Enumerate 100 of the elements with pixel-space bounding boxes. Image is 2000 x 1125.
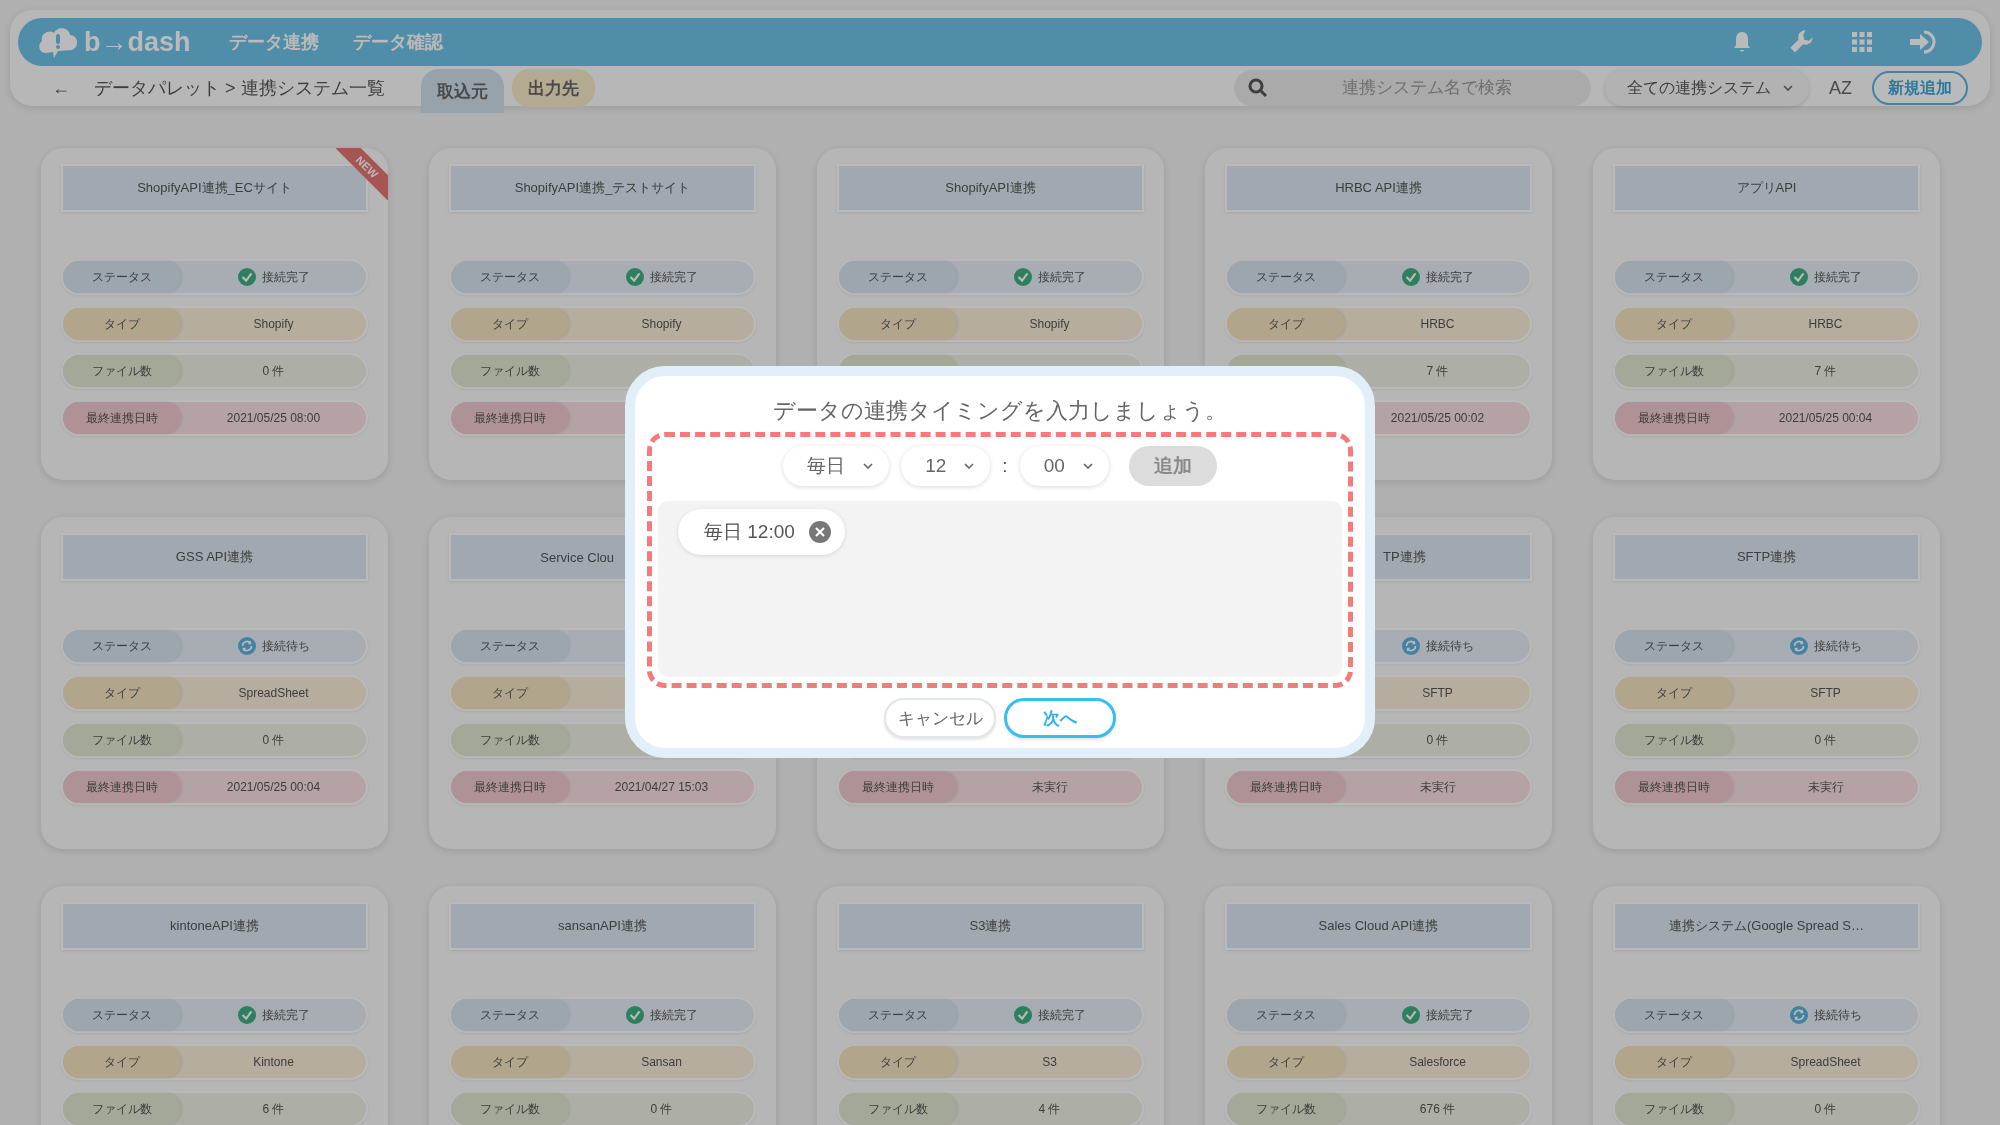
system-card[interactable]: GSS API連携 ステータス 接続待ち タイプ SpreadSheet ファイル数 0 件 最終連携日時 2021/05/25 00:04 [41, 517, 388, 849]
row-label: ステータス [839, 999, 957, 1031]
row-value: Kintone [253, 1055, 294, 1069]
row-value: 0 件 [262, 731, 285, 749]
sort-button[interactable]: AZ [1823, 76, 1858, 100]
time-select[interactable]: 00 [1019, 446, 1109, 486]
row-value: Shopify [253, 317, 294, 331]
row-label: タイプ [1615, 1046, 1733, 1078]
row-label: 最終連携日時 [63, 402, 181, 434]
filter-dropdown[interactable]: 全ての連携システム [1605, 70, 1809, 106]
row-value: 接続完了 [649, 1006, 698, 1024]
row-label: ステータス [1615, 261, 1733, 293]
row-label: ファイル数 [63, 724, 181, 756]
back-arrow[interactable]: ← [52, 77, 70, 99]
row-value: SpreadSheet [1790, 1055, 1861, 1069]
row-label: タイプ [63, 1046, 181, 1078]
row-label: タイプ [1615, 677, 1733, 709]
row-label: ファイル数 [451, 1093, 569, 1125]
row-label: ファイル数 [451, 355, 569, 387]
tab[interactable]: 出力先 [511, 69, 595, 107]
row-label: タイプ [63, 677, 181, 709]
row-label: タイプ [451, 1046, 569, 1078]
card-title: SFTP連携 [1613, 533, 1920, 581]
row-label: ステータス [63, 999, 181, 1031]
row-value: 接続完了 [1037, 268, 1086, 286]
row-value: 接続待ち [1813, 1006, 1862, 1024]
row-label: ファイル数 [1615, 724, 1733, 756]
row-value: 接続完了 [261, 1006, 310, 1024]
row-value: 未実行 [1031, 778, 1068, 796]
row-label: タイプ [839, 308, 957, 340]
row-label: 最終連携日時 [63, 771, 181, 803]
row-label: ステータス [1615, 630, 1733, 662]
system-card[interactable]: 連携システム(Google Spread S… ステータス 接続待ち タイプ SpreadSheet ファイル数 0 件 [1593, 886, 1940, 1125]
row-label: ファイル数 [63, 1093, 181, 1125]
row-label: ファイル数 [1227, 1093, 1345, 1125]
row-value: Shopify [1029, 317, 1070, 331]
row-label: 最終連携日時 [1227, 771, 1345, 803]
row-value: 接続完了 [1425, 268, 1474, 286]
row-value: 2021/05/25 00:04 [1778, 411, 1873, 425]
row-value: 0 件 [1814, 731, 1837, 749]
row-value: 接続待ち [261, 637, 310, 655]
row-value: 2021/05/25 08:00 [226, 411, 321, 425]
row-label: 最終連携日時 [839, 771, 957, 803]
row-label: ファイル数 [839, 1093, 957, 1125]
system-card[interactable]: sansanAPI連携 ステータス 接続完了 タイプ Sansan ファイル数 0 件 [429, 886, 776, 1125]
system-card[interactable]: アプリAPI ステータス 接続完了 タイプ HRBC ファイル数 7 件 最終連携日時 2021/05/25 00:04 [1593, 148, 1940, 480]
row-label: ステータス [1227, 261, 1345, 293]
row-value: 接続待ち [1425, 637, 1474, 655]
row-value: 接続完了 [261, 268, 310, 286]
row-value: SFTP [1422, 686, 1453, 700]
row-value: Sansan [641, 1055, 682, 1069]
cancel-button[interactable]: キャンセル [884, 698, 996, 738]
row-value: 接続完了 [649, 268, 698, 286]
card-title: sansanAPI連携 [449, 902, 756, 950]
row-label: ステータス [1615, 999, 1733, 1031]
row-label: ファイル数 [451, 724, 569, 756]
search-field[interactable]: 連携システム名で検索 [1234, 70, 1591, 106]
tab[interactable]: 取込元 [420, 69, 504, 113]
row-value: 接続完了 [1813, 268, 1862, 286]
row-value: 未実行 [1419, 778, 1456, 796]
card-title: 連携システム(Google Spread S… [1613, 902, 1920, 950]
row-label: タイプ [451, 677, 569, 709]
row-label: ステータス [451, 630, 569, 662]
row-label: 最終連携日時 [451, 771, 569, 803]
row-value: 4 件 [1038, 1100, 1061, 1118]
row-label: タイプ [451, 308, 569, 340]
system-card[interactable]: S3連携 ステータス 接続完了 タイプ S3 ファイル数 4 件 [817, 886, 1164, 1125]
system-card[interactable]: SFTP連携 ステータス 接続待ち タイプ SFTP ファイル数 0 件 最終連携日時 未実行 [1593, 517, 1940, 849]
row-label: タイプ [63, 308, 181, 340]
system-card[interactable]: Sales Cloud API連携 ステータス 接続完了 タイプ Salesforce ファイル数 676 件 [1205, 886, 1552, 1125]
row-label: ステータス [451, 261, 569, 293]
time-separator: : [1002, 455, 1008, 477]
card-title: kintoneAPI連携 [61, 902, 368, 950]
time-select[interactable]: 毎日 [783, 446, 890, 486]
row-label: タイプ [1615, 308, 1733, 340]
row-label: ステータス [63, 630, 181, 662]
card-title: S3連携 [837, 902, 1144, 950]
row-value: 接続完了 [1037, 1006, 1086, 1024]
card-title: Sales Cloud API連携 [1225, 902, 1532, 950]
row-label: ステータス [451, 999, 569, 1031]
row-value: Salesforce [1409, 1055, 1466, 1069]
row-value: 0 件 [1426, 731, 1449, 749]
row-value: SFTP [1810, 686, 1841, 700]
row-label: ステータス [63, 261, 181, 293]
row-value: 2021/05/25 00:04 [226, 780, 321, 794]
row-label: タイプ [1227, 308, 1345, 340]
card-title: ShopifyAPI連携_テストサイト [449, 164, 756, 212]
row-label: 最終連携日時 [1615, 402, 1733, 434]
system-card[interactable]: kintoneAPI連携 ステータス 接続完了 タイプ Kintone ファイル数 6 件 [41, 886, 388, 1125]
row-label: 最終連携日時 [1615, 771, 1733, 803]
row-value: 2021/05/25 00:02 [1390, 411, 1485, 425]
row-value: 接続完了 [1425, 1006, 1474, 1024]
row-label: ファイル数 [1615, 355, 1733, 387]
row-label: ステータス [839, 261, 957, 293]
row-value: HRBC [1808, 317, 1843, 331]
row-label: タイプ [839, 1046, 957, 1078]
card-title: アプリAPI [1613, 164, 1920, 212]
row-label: ファイル数 [63, 355, 181, 387]
card-title: ShopifyAPI連携 [837, 164, 1144, 212]
time-select[interactable]: 12 [901, 446, 991, 486]
